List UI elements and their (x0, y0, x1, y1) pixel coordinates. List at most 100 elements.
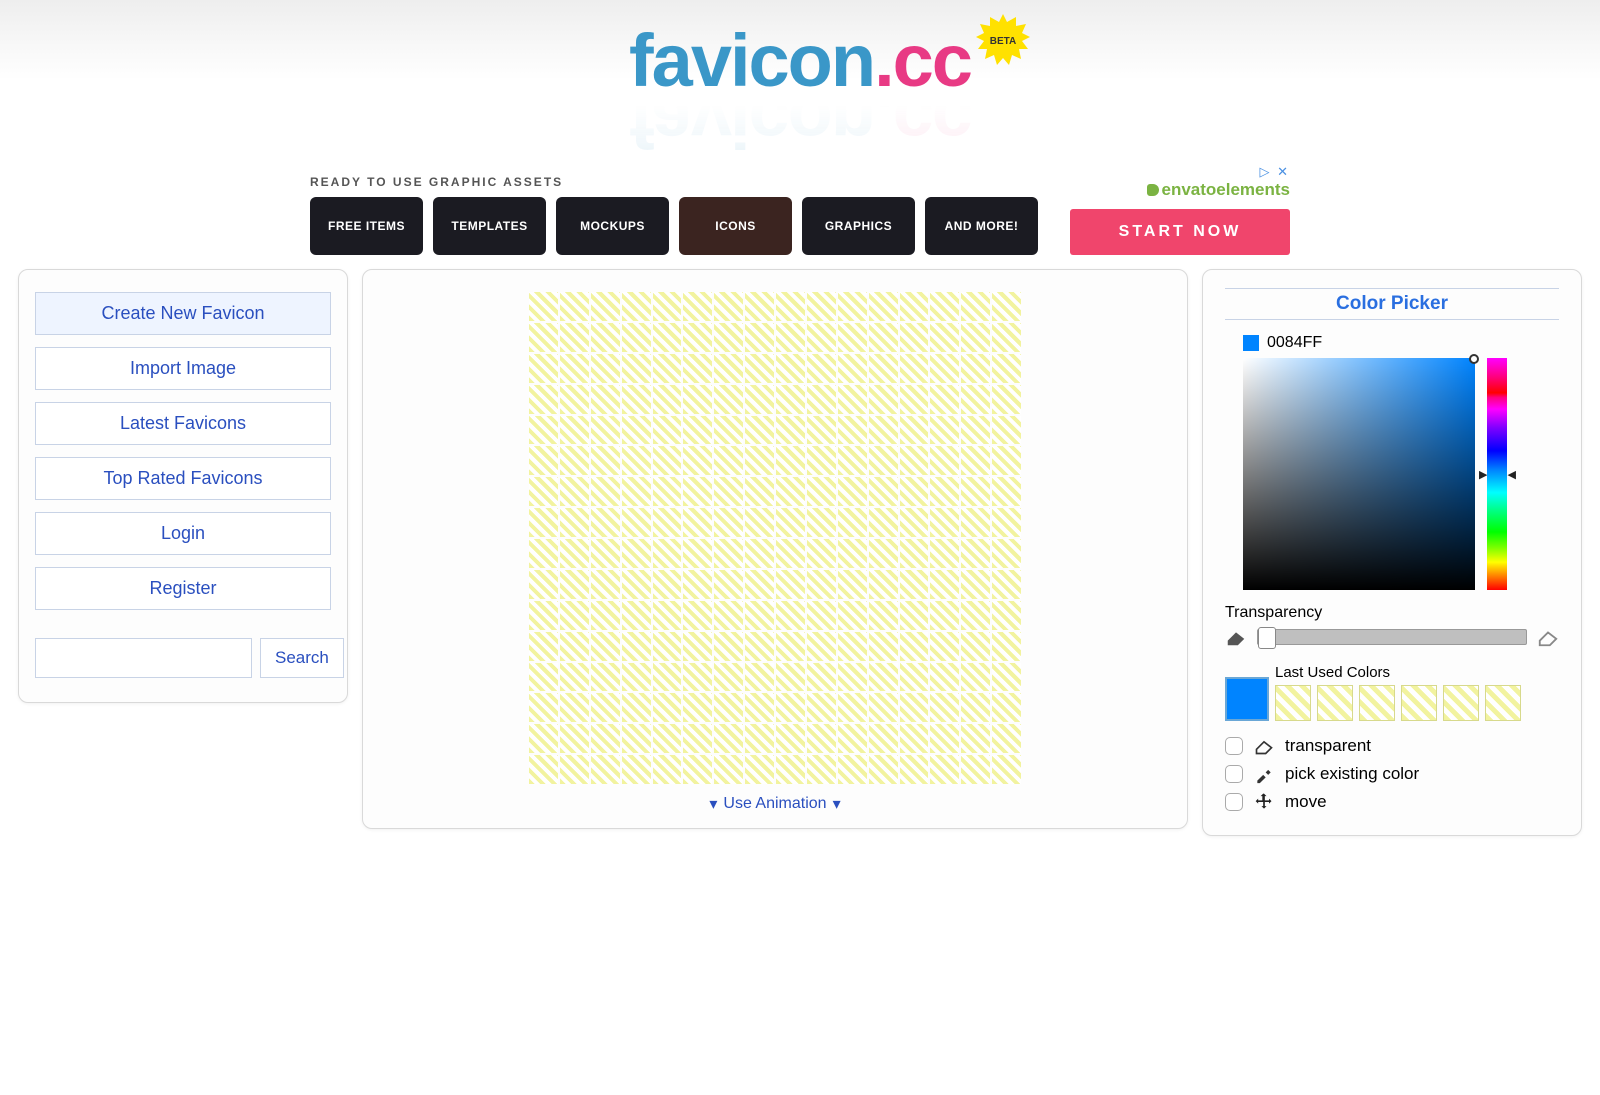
pixel-cell[interactable] (560, 632, 589, 661)
pixel-cell[interactable] (529, 601, 558, 630)
pixel-cell[interactable] (869, 416, 898, 445)
pixel-cell[interactable] (838, 663, 867, 692)
pixel-cell[interactable] (992, 570, 1021, 599)
nav-login[interactable]: Login (35, 512, 331, 555)
last-used-swatch[interactable] (1359, 685, 1395, 721)
pixel-cell[interactable] (930, 693, 959, 722)
pixel-cell[interactable] (807, 693, 836, 722)
pixel-cell[interactable] (714, 292, 743, 321)
pixel-cell[interactable] (653, 663, 682, 692)
pixel-cell[interactable] (745, 570, 774, 599)
pixel-cell[interactable] (560, 323, 589, 352)
pixel-cell[interactable] (560, 354, 589, 383)
pixel-cell[interactable] (591, 446, 620, 475)
pixel-cell[interactable] (869, 632, 898, 661)
pixel-cell[interactable] (776, 632, 805, 661)
pixel-cell[interactable] (900, 663, 929, 692)
pixel-cell[interactable] (961, 663, 990, 692)
pixel-cell[interactable] (776, 724, 805, 753)
pixel-cell[interactable] (992, 354, 1021, 383)
pixel-cell[interactable] (961, 323, 990, 352)
pixel-cell[interactable] (838, 724, 867, 753)
pixel-cell[interactable] (714, 663, 743, 692)
pixel-cell[interactable] (961, 477, 990, 506)
pixel-cell[interactable] (838, 416, 867, 445)
pixel-cell[interactable] (745, 323, 774, 352)
pixel-cell[interactable] (683, 416, 712, 445)
pixel-cell[interactable] (869, 755, 898, 784)
pixel-cell[interactable] (992, 292, 1021, 321)
pixel-cell[interactable] (622, 477, 651, 506)
pixel-cell[interactable] (776, 508, 805, 537)
saturation-value-box[interactable] (1243, 358, 1475, 590)
pixel-cell[interactable] (992, 416, 1021, 445)
pixel-cell[interactable] (745, 632, 774, 661)
pixel-cell[interactable] (776, 601, 805, 630)
last-used-swatch[interactable] (1317, 685, 1353, 721)
pixel-cell[interactable] (653, 385, 682, 414)
pixel-cell[interactable] (992, 632, 1021, 661)
pixel-cell[interactable] (961, 354, 990, 383)
pixel-cell[interactable] (622, 446, 651, 475)
pixel-cell[interactable] (807, 663, 836, 692)
pixel-cell[interactable] (838, 354, 867, 383)
pixel-cell[interactable] (869, 570, 898, 599)
pixel-cell[interactable] (560, 693, 589, 722)
pixel-cell[interactable] (591, 354, 620, 383)
pixel-cell[interactable] (591, 632, 620, 661)
pixel-cell[interactable] (838, 508, 867, 537)
ad-tile-icons[interactable]: ICONS (679, 197, 792, 255)
pixel-cell[interactable] (900, 354, 929, 383)
pixel-cell[interactable] (745, 755, 774, 784)
pixel-cell[interactable] (961, 292, 990, 321)
pixel-grid[interactable] (529, 292, 1021, 784)
pixel-cell[interactable] (560, 755, 589, 784)
pixel-cell[interactable] (683, 354, 712, 383)
pixel-cell[interactable] (529, 724, 558, 753)
pixel-cell[interactable] (622, 724, 651, 753)
pixel-cell[interactable] (930, 724, 959, 753)
pixel-cell[interactable] (622, 663, 651, 692)
pixel-cell[interactable] (992, 601, 1021, 630)
pixel-cell[interactable] (622, 570, 651, 599)
last-used-swatch[interactable] (1275, 685, 1311, 721)
pixel-cell[interactable] (930, 292, 959, 321)
pixel-cell[interactable] (653, 724, 682, 753)
pixel-cell[interactable] (838, 385, 867, 414)
pixel-cell[interactable] (776, 663, 805, 692)
hue-slider[interactable] (1487, 358, 1507, 590)
pixel-cell[interactable] (961, 416, 990, 445)
pixel-cell[interactable] (900, 601, 929, 630)
pixel-cell[interactable] (653, 539, 682, 568)
pixel-cell[interactable] (653, 446, 682, 475)
pixel-cell[interactable] (714, 601, 743, 630)
pixel-cell[interactable] (745, 693, 774, 722)
pixel-cell[interactable] (776, 570, 805, 599)
pixel-cell[interactable] (591, 539, 620, 568)
pixel-cell[interactable] (745, 663, 774, 692)
pixel-cell[interactable] (776, 385, 805, 414)
pixel-cell[interactable] (653, 477, 682, 506)
pixel-cell[interactable] (807, 323, 836, 352)
pixel-cell[interactable] (869, 508, 898, 537)
pixel-cell[interactable] (807, 477, 836, 506)
ad-tile-mockups[interactable]: MOCKUPS (556, 197, 669, 255)
pixel-cell[interactable] (838, 539, 867, 568)
pixel-cell[interactable] (992, 755, 1021, 784)
nav-register[interactable]: Register (35, 567, 331, 610)
pixel-cell[interactable] (745, 416, 774, 445)
pixel-cell[interactable] (560, 570, 589, 599)
pixel-cell[interactable] (714, 570, 743, 599)
pixel-cell[interactable] (869, 323, 898, 352)
nav-top-rated[interactable]: Top Rated Favicons (35, 457, 331, 500)
pixel-cell[interactable] (683, 755, 712, 784)
use-animation-toggle[interactable]: ▾ Use Animation ▾ (709, 794, 840, 814)
pixel-cell[interactable] (622, 632, 651, 661)
pixel-cell[interactable] (869, 354, 898, 383)
pixel-cell[interactable] (714, 354, 743, 383)
pixel-cell[interactable] (683, 385, 712, 414)
pixel-cell[interactable] (653, 354, 682, 383)
pixel-cell[interactable] (838, 632, 867, 661)
pixel-cell[interactable] (714, 323, 743, 352)
pixel-cell[interactable] (529, 446, 558, 475)
